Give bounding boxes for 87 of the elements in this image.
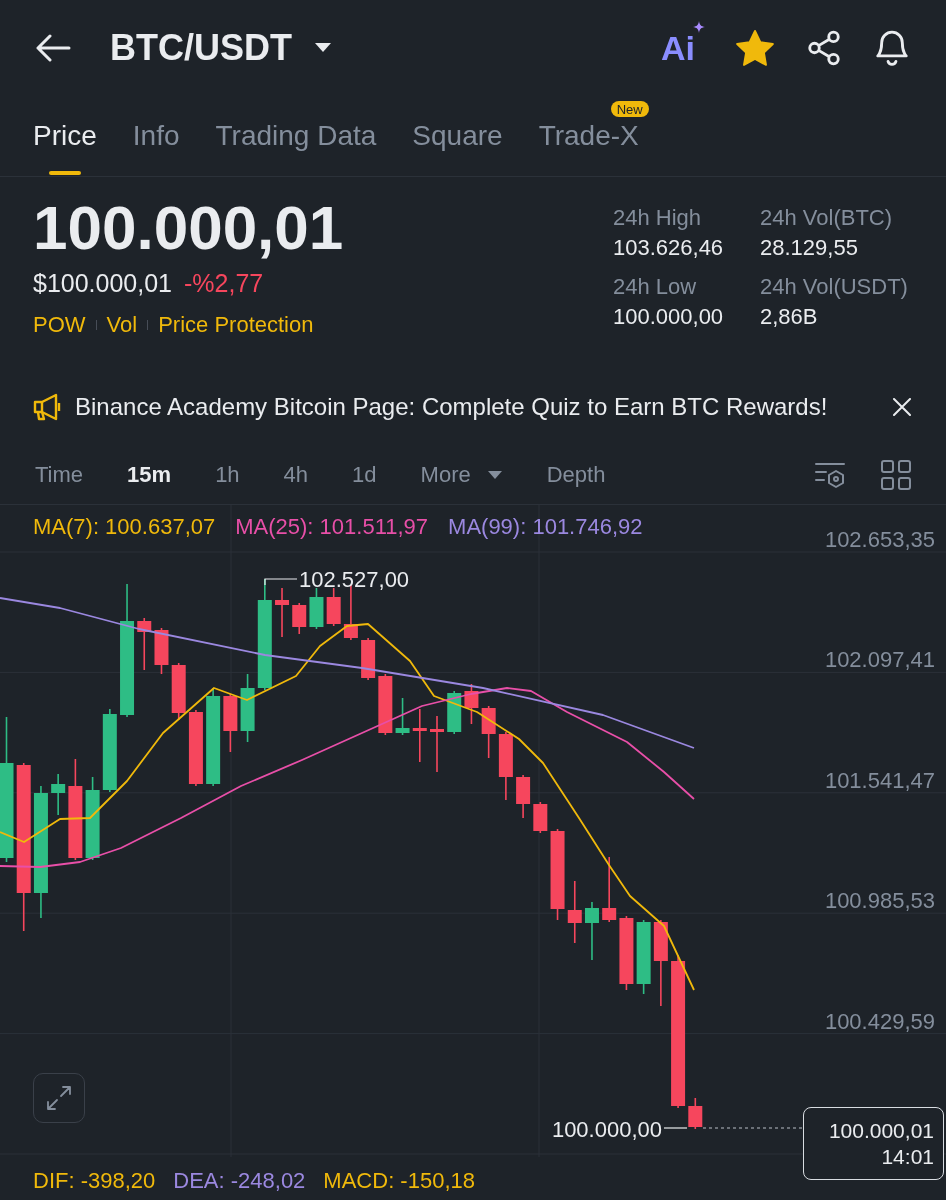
countdown-timer: 14:01: [881, 1146, 934, 1167]
tag-link[interactable]: POW: [33, 314, 86, 336]
tab[interactable]: Info: [132, 120, 180, 176]
axis-label: 102.097,41: [824, 649, 935, 672]
macd-legend: DEA: -248,02: [173, 1170, 306, 1192]
caret-icon: [486, 469, 503, 480]
candlestick: [585, 901, 599, 961]
pair-selector[interactable]: BTC/USDT: [110, 29, 332, 66]
tag-link[interactable]: Vol: [106, 314, 138, 336]
announcement-text: Binance Academy Bitcoin Page: Complete Quiz to Earn BTC Rewards!: [75, 395, 828, 419]
candlestick: [430, 715, 444, 773]
interval-tab[interactable]: 1d: [352, 463, 377, 486]
interval-tab[interactable]: 4h: [283, 463, 309, 486]
candlestick: [395, 697, 410, 736]
price-change: -%2,77: [184, 271, 264, 296]
expand-icon: [46, 1085, 72, 1111]
last-price-value: 100.000,01: [828, 1120, 934, 1141]
interval-tab[interactable]: Depth: [546, 463, 606, 486]
candlestick: [154, 627, 169, 675]
last-price: 100.000,01: [33, 197, 344, 259]
leader-line: [663, 1127, 688, 1129]
candlestick: [481, 705, 496, 759]
stat-value: 2,86B: [760, 306, 819, 328]
macd-legend: DIF: -398,20: [33, 1170, 156, 1192]
tab[interactable]: Price: [33, 120, 97, 176]
macd-legend: MACD: -150,18: [323, 1170, 475, 1192]
tab-indicator: [48, 171, 81, 175]
stat-label: 24h Vol(BTC): [760, 207, 894, 229]
tab[interactable]: Trading Data: [215, 120, 377, 176]
grid-icon: [881, 459, 911, 490]
share-icon: [805, 28, 843, 67]
candlestick: [137, 617, 152, 671]
candlestick: [378, 673, 393, 736]
candlestick: [602, 856, 617, 923]
low-price-label: 100.000,00: [551, 1119, 662, 1141]
stat-value: 28.129,55: [760, 237, 859, 259]
candlestick: [688, 1097, 703, 1130]
favorite-button[interactable]: [735, 28, 775, 67]
fiat-price: $100.000,01: [33, 271, 173, 296]
sparkle-icon: [693, 20, 705, 33]
candlestick: [361, 637, 376, 681]
interval-tab[interactable]: Time: [35, 463, 84, 486]
candlestick: [223, 693, 238, 753]
leader-line: [264, 578, 298, 586]
interval-tab[interactable]: 1h: [215, 463, 240, 486]
indicator-legend: MA(99): 101.746,92: [448, 516, 643, 538]
indicator-legend: MA(25): 101.511,97: [235, 516, 429, 538]
candlestick: [567, 880, 582, 944]
stat-label: 24h High: [613, 207, 703, 229]
candlestick: [464, 683, 479, 725]
candlestick: [171, 662, 186, 721]
indicator-legend: MA(7): 100.637,07: [33, 516, 216, 538]
candlestick: [412, 708, 427, 763]
candlestick: [498, 731, 513, 801]
candlestick: [533, 801, 548, 834]
close-button[interactable]: [893, 398, 911, 416]
candlestick: [516, 774, 531, 819]
axis-label: 100.429,59: [824, 1010, 935, 1033]
back-button[interactable]: [35, 33, 71, 62]
candlestick: [447, 690, 462, 735]
stat-label: 24h Low: [613, 276, 698, 298]
star-icon: [735, 28, 775, 67]
axis-label: 100.985,53: [824, 890, 935, 913]
ai-button[interactable]: Ai: [661, 20, 705, 65]
tab[interactable]: Square: [412, 120, 503, 176]
more-dropdown[interactable]: More: [420, 463, 503, 486]
caret-icon: [314, 42, 332, 53]
layout-button[interactable]: [881, 459, 911, 490]
stat-label: 24h Vol(USDT): [760, 276, 909, 298]
megaphone-icon: [33, 393, 63, 421]
stat-value: 103.626,46: [613, 237, 725, 259]
candlestick: [240, 673, 255, 743]
close-icon: [893, 398, 911, 416]
axis-label: 101.541,47: [824, 769, 935, 792]
expand-button[interactable]: [33, 1073, 85, 1123]
share-button[interactable]: [805, 28, 843, 67]
stat-value: 100.000,00: [613, 306, 725, 328]
candlestick: [292, 602, 307, 635]
candlestick: [275, 587, 289, 638]
high-price-label: 102.527,00: [299, 569, 410, 591]
new-badge: New: [610, 101, 649, 117]
axis-label: 102.653,35: [824, 529, 935, 551]
tab[interactable]: Trade-X: [538, 120, 639, 176]
candlestick: [51, 773, 66, 816]
tag-link[interactable]: Price Protection: [158, 314, 314, 336]
back-arrow-icon: [35, 33, 71, 62]
interval-tab[interactable]: 15m: [127, 463, 172, 486]
